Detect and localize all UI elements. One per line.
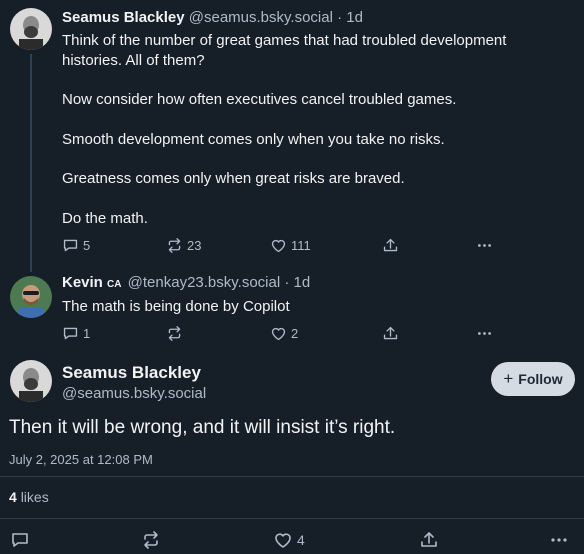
like-count: 2 — [291, 325, 299, 341]
author-name[interactable]: Kevin — [62, 274, 103, 291]
repost-button[interactable]: 23 — [166, 235, 201, 255]
verified-badge: CA — [107, 279, 122, 290]
paragraph: The math is being done by Copilot — [62, 298, 290, 315]
like-icon — [275, 533, 291, 548]
more-icon — [478, 331, 491, 335]
share-icon — [421, 532, 437, 547]
repost-icon — [168, 325, 181, 341]
divider — [0, 518, 584, 519]
meta-separator: · — [284, 274, 290, 291]
post-age[interactable]: 1d — [294, 274, 311, 291]
thread-line — [30, 54, 32, 268]
repost-icon — [144, 531, 158, 549]
more-icon — [551, 538, 567, 542]
author-name[interactable]: Seamus Blackley — [62, 9, 185, 26]
more-button[interactable] — [476, 235, 493, 255]
avatar[interactable] — [10, 8, 52, 50]
post-age[interactable]: 1d — [346, 9, 363, 26]
meta-separator: · — [337, 9, 343, 26]
likes-count: 4 — [9, 489, 17, 505]
reply-button[interactable]: 1 — [62, 323, 90, 343]
plus-icon: + — [503, 369, 514, 388]
paragraph: Do the math. — [62, 209, 148, 227]
more-button[interactable] — [476, 323, 493, 343]
main-post-actions: 4 — [0, 530, 584, 554]
reply-count: 5 — [83, 237, 91, 253]
post-actions: 5 23 111 — [62, 235, 502, 255]
follow-button[interactable]: + Follow — [491, 362, 575, 396]
like-count: 111 — [291, 237, 311, 253]
main-author-name[interactable]: Seamus Blackley — [62, 363, 201, 383]
paragraph: Greatness comes only when great risks ar… — [62, 170, 405, 187]
follow-label: Follow — [518, 371, 563, 387]
author-handle[interactable]: @tenkay23.bsky.social — [128, 274, 281, 291]
thread-line — [30, 262, 32, 272]
paragraph: Now consider how often executives cancel… — [62, 91, 457, 108]
like-button[interactable]: 111 — [270, 235, 311, 255]
post-text: The math is being done by Copilot — [62, 297, 562, 317]
main-post-text: Then it will be wrong, and it will insis… — [9, 417, 396, 438]
post-actions: 1 2 — [62, 323, 502, 343]
reply-button[interactable] — [10, 530, 30, 550]
avatar[interactable] — [10, 276, 52, 318]
post-text: Think of the number of great games that … — [62, 31, 562, 228]
reply-icon — [63, 327, 78, 339]
repost-count: 23 — [187, 237, 202, 253]
share-button[interactable] — [419, 530, 439, 550]
like-count: 4 — [297, 532, 305, 548]
reply-icon — [63, 239, 78, 251]
more-icon — [478, 243, 491, 247]
repost-button[interactable] — [166, 323, 183, 343]
reply-button[interactable]: 5 — [62, 235, 90, 255]
main-avatar[interactable] — [10, 360, 52, 402]
thread-post-1[interactable]: Seamus Blackley @seamus.bsky.social · 1d… — [0, 0, 584, 268]
like-icon — [271, 239, 286, 252]
reply-count: 1 — [83, 325, 91, 341]
repost-icon — [168, 237, 181, 253]
paragraph: Smooth development comes only when you t… — [62, 130, 445, 148]
paragraph: Think of the number of great games that … — [62, 32, 507, 69]
author-handle[interactable]: @seamus.bsky.social — [189, 9, 333, 26]
post-timestamp[interactable]: July 2, 2025 at 12:08 PM — [9, 452, 153, 467]
post-meta: Seamus Blackley @seamus.bsky.social · 1d — [62, 9, 363, 26]
more-button[interactable] — [549, 530, 569, 550]
share-icon — [383, 326, 398, 339]
main-author-handle[interactable]: @seamus.bsky.social — [62, 385, 206, 402]
like-button[interactable]: 4 — [273, 530, 305, 550]
repost-button[interactable] — [141, 530, 161, 550]
likes-summary[interactable]: 4 likes — [9, 489, 49, 505]
divider — [0, 476, 584, 477]
share-button[interactable] — [382, 323, 399, 343]
like-icon — [271, 327, 286, 340]
post-meta: Kevin CA @tenkay23.bsky.social · 1d — [62, 274, 310, 291]
like-button[interactable]: 2 — [270, 323, 298, 343]
likes-label: likes — [20, 489, 49, 505]
share-button[interactable] — [382, 235, 399, 255]
reply-icon — [12, 533, 28, 547]
thread-post-2[interactable]: Kevin CA @tenkay23.bsky.social · 1d The … — [0, 262, 584, 350]
share-icon — [383, 238, 398, 251]
